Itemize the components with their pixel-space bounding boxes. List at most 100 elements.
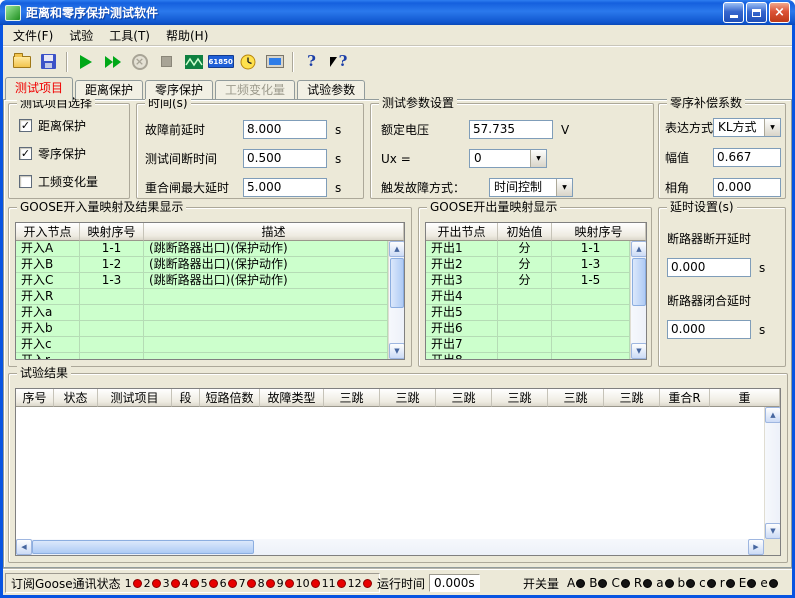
tab-test-items[interactable]: 测试项目 [5,77,73,100]
test-interval-input[interactable]: 0.500 [243,149,327,168]
scroll-right-button[interactable]: ▶ [748,539,764,555]
trigger-mode-select[interactable]: 时间控制 ▼ [489,178,573,197]
ux-select[interactable]: 0 ▼ [469,149,547,168]
titlebar: 距离和零序保护测试软件 × [0,0,795,25]
menu-tools[interactable]: 工具(T) [101,25,158,46]
cell [80,337,144,353]
menu-help[interactable]: 帮助(H) [158,25,216,46]
table-row[interactable]: 开入b [16,321,388,337]
context-help-button[interactable]: ? [325,49,352,74]
switch-letter: A [567,576,575,590]
channel-number: 6 [220,577,227,590]
scrollbar-thumb[interactable] [390,258,404,308]
checkbox-distance-protection[interactable]: ✓ [19,119,32,132]
waveform-button[interactable] [180,49,207,74]
group-title: 试验结果 [17,366,71,381]
dropdown-arrow-icon[interactable]: ▼ [556,179,572,196]
scroll-up-button[interactable]: ▲ [631,241,647,257]
cell: 1-5 [552,273,630,289]
statusbar: 订阅Goose通讯状态 1 2 3 4 5 6 7 8 9 10 11 12 运… [3,569,792,595]
cursor-arrow-icon [330,57,337,67]
run-continuous-button[interactable] [99,49,126,74]
scroll-down-button[interactable]: ▼ [631,343,647,359]
table-row[interactable]: 开入R [16,289,388,305]
table-row[interactable]: 开出2分1-3 [426,257,630,273]
table-row[interactable]: 开入A1-1(跳断路器出口)(保护动作) [16,241,388,257]
table-row[interactable]: 开入C1-3(跳断路器出口)(保护动作) [16,273,388,289]
table-row[interactable]: 开出4 [426,289,630,305]
open-folder-icon [13,56,31,68]
table-row[interactable]: 开出3分1-5 [426,273,630,289]
column-header: 重合R [660,389,710,407]
scroll-down-button[interactable]: ▼ [765,523,781,539]
tab-test-parameters[interactable]: 试验参数 [297,80,365,99]
runtime-label: 运行时间 [377,575,425,592]
horizontal-scrollbar[interactable]: ◀ ▶ [16,539,764,555]
column-header: 三跳 [604,389,660,407]
save-button[interactable] [35,49,62,74]
amplitude-input[interactable]: 0.667 [713,148,781,167]
goose-channel: 10 [296,577,320,590]
prefault-delay-input[interactable]: 8.000 [243,120,327,139]
rated-voltage-input[interactable]: 57.735 [469,120,553,139]
app-icon [5,5,21,21]
cell [498,353,552,359]
tab-distance-protection[interactable]: 距离保护 [75,80,143,99]
cell [80,305,144,321]
vertical-scrollbar[interactable]: ▲ ▼ [630,241,646,359]
checkbox-zeroseq-protection[interactable]: ✓ [19,147,32,160]
scroll-up-button[interactable]: ▲ [765,407,781,423]
scroll-up-button[interactable]: ▲ [389,241,405,257]
scrollbar-thumb[interactable] [632,258,646,306]
menu-test[interactable]: 试验 [61,25,101,46]
open-button[interactable] [8,49,35,74]
minimize-button[interactable] [723,2,744,23]
dropdown-arrow-icon[interactable]: ▼ [764,119,780,136]
menu-file[interactable]: 文件(F) [5,25,61,46]
abort-button[interactable]: × [126,49,153,74]
table-row[interactable]: 开入B1-2(跳断路器出口)(保护动作) [16,257,388,273]
switch-letter: E [739,576,747,590]
scroll-left-button[interactable]: ◀ [16,539,32,555]
close-button[interactable]: × [769,2,790,23]
scrollbar-corner [764,539,780,555]
table-row[interactable]: 开出8 [426,353,630,359]
toolbar-separator [292,52,294,72]
table-row[interactable]: 开出5 [426,305,630,321]
table-row[interactable]: 开入a [16,305,388,321]
table-row[interactable]: 开入c [16,337,388,353]
expression-mode-select[interactable]: KL方式 ▼ [713,118,781,137]
breaker-close-delay-input[interactable]: 0.000 [667,320,751,339]
cell: 1-2 [80,257,144,273]
scroll-down-button[interactable]: ▼ [389,343,405,359]
vertical-scrollbar[interactable]: ▲ ▼ [388,241,404,359]
checkbox-label: 工频变化量 [38,175,98,189]
table-row[interactable]: 开出6 [426,321,630,337]
stop-button[interactable] [153,49,180,74]
channel-status-dot [363,579,372,588]
goose-channel: 3 [163,577,180,590]
breaker-open-delay-input[interactable]: 0.000 [667,258,751,277]
checkbox-power-freq[interactable] [19,175,32,188]
dropdown-arrow-icon[interactable]: ▼ [530,150,546,167]
reclose-max-delay-label: 重合闸最大延时 [145,181,229,195]
table-row[interactable]: 开入r [16,353,388,359]
help-button[interactable]: ? [298,49,325,74]
table-row[interactable]: 开出7 [426,337,630,353]
vertical-scrollbar[interactable]: ▲ ▼ [764,407,780,539]
table-row[interactable]: 开出1分1-1 [426,241,630,257]
cell [498,337,552,353]
maximize-button[interactable] [746,2,767,23]
table-body: 开入A1-1(跳断路器出口)(保护动作) 开入B1-2(跳断路器出口)(保护动作… [16,241,388,359]
switch-indicator: e [760,576,777,590]
tab-zero-seq-protection[interactable]: 零序保护 [145,80,213,99]
tab-power-freq-variation[interactable]: 工频变化量 [215,80,295,99]
angle-input[interactable]: 0.000 [713,178,781,197]
iec61850-button[interactable]: 61850 [207,49,234,74]
reclose-max-delay-input[interactable]: 5.000 [243,178,327,197]
cell: 开出4 [426,289,498,305]
scrollbar-thumb[interactable] [32,540,254,554]
timer-button[interactable] [234,49,261,74]
monitor-button[interactable] [261,49,288,74]
run-button[interactable] [72,49,99,74]
